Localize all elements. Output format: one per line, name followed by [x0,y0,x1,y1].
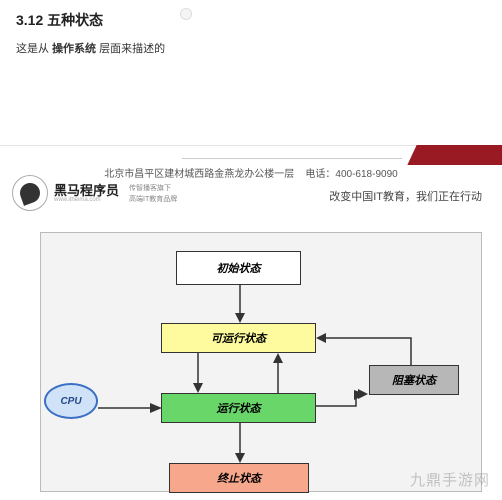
arrow-running-to-runnable [271,353,285,393]
footer-phone-label: 电话： [305,169,335,180]
decorative-marker [180,8,192,20]
state-blocked: 阻塞状态 [369,365,459,395]
state-terminated: 终止状态 [169,463,309,493]
brand-tagline: 改变中国IT教育，我们正在行动 [329,188,482,204]
state-runnable: 可运行状态 [161,323,316,353]
section-title: 3.12 五种状态 [16,10,486,30]
red-accent-shape [407,145,502,165]
footer-phone: 400-618-9090 [335,169,397,180]
arrow-running-to-blocked [316,388,371,412]
subtitle-bold: 操作系统 [52,43,96,55]
arrow-initial-to-runnable [233,285,247,323]
cpu-node: CPU [44,383,98,419]
arrow-cpu-to-running [98,401,162,415]
accent-line [182,158,402,159]
section-subtitle: 这是从 操作系统 层面来描述的 [16,40,486,56]
watermark-text: 九鼎手游网 [410,469,490,490]
brand-logo-icon [12,175,48,211]
brand-subline-1: 传智播客旗下 [129,184,177,193]
state-diagram: CPU 初始状态 可运行状态 运行状态 阻塞状态 终止状态 [40,232,482,492]
arrow-runnable-to-running [191,353,205,393]
arrow-running-to-terminated [233,423,247,463]
state-initial: 初始状态 [176,251,301,285]
subtitle-prefix: 这是从 [16,43,52,55]
brand-subline-2: 高端IT教育品牌 [129,195,177,204]
subtitle-suffix: 层面来描述的 [96,43,165,55]
brand-name: 黑马程序员 [54,184,119,197]
arrow-blocked-to-runnable [316,331,416,369]
brand-logo-area: 黑马程序员 www.itheima.com 传智播客旗下 高端IT教育品牌 [12,175,177,211]
state-running: 运行状态 [161,393,316,423]
